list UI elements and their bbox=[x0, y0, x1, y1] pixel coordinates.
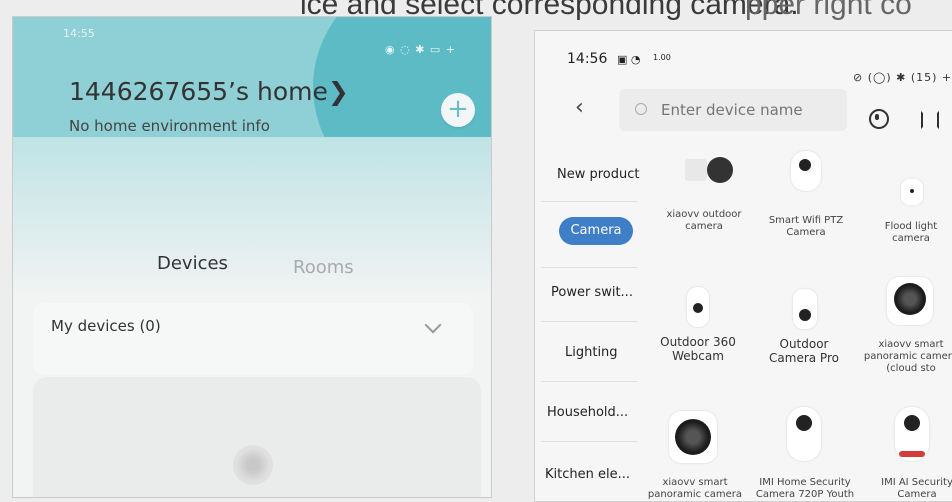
tab-devices[interactable]: Devices bbox=[157, 253, 228, 274]
home-screen: 14:55 ◉ ◌ ✱ ▭ + 1446267655’s home❯ No ho… bbox=[12, 16, 492, 498]
add-device-screen: 14:56 ▣ ◔ 1.00 ⊘ (◯) ✱ (15) + ‹ New prod… bbox=[534, 30, 952, 502]
header-fade bbox=[13, 137, 491, 297]
category-divider bbox=[541, 201, 637, 202]
product-xiaovv-panoramic[interactable]: xiaovv smart panoramic camera bbox=[643, 477, 747, 501]
empty-state-icon bbox=[233, 445, 273, 485]
qr-scan-icon[interactable] bbox=[921, 111, 939, 129]
status-icons-right: ⊘ (◯) ✱ (15) + bbox=[853, 71, 952, 84]
status-icons: ◉ ◌ ✱ ▭ + bbox=[385, 43, 457, 56]
product-outdoor-360[interactable]: Outdoor 360 Webcam bbox=[651, 335, 745, 363]
add-device-button[interactable]: + bbox=[441, 93, 475, 127]
category-divider bbox=[541, 441, 637, 442]
my-devices-label: My devices (0) bbox=[51, 317, 161, 335]
category-camera[interactable]: Camera bbox=[559, 217, 633, 245]
scan-icon[interactable] bbox=[869, 109, 889, 129]
tab-rooms[interactable]: Rooms bbox=[293, 257, 354, 278]
home-subtitle: No home environment info bbox=[69, 117, 270, 135]
product-image[interactable] bbox=[669, 411, 717, 463]
product-image[interactable] bbox=[887, 277, 933, 325]
product-outdoor-pro[interactable]: Outdoor Camera Pro bbox=[757, 337, 851, 365]
product-imi-ai[interactable]: IMI AI Security Camera bbox=[871, 477, 952, 501]
category-lighting[interactable]: Lighting bbox=[565, 345, 618, 360]
search-input[interactable] bbox=[661, 101, 841, 119]
product-flood-light[interactable]: Flood light camera bbox=[871, 221, 951, 245]
product-image[interactable] bbox=[791, 151, 821, 191]
back-button[interactable]: ‹ bbox=[575, 95, 584, 120]
product-image[interactable] bbox=[793, 289, 817, 329]
product-xiaovv-panoramic-cloud[interactable]: xiaovv smart panoramic camera (cloud sto bbox=[859, 339, 952, 375]
product-image[interactable] bbox=[895, 407, 929, 461]
status-net-speed: 1.00 bbox=[653, 53, 671, 62]
category-kitchen[interactable]: Kitchen ele... bbox=[545, 467, 630, 482]
my-devices-card[interactable] bbox=[33, 303, 473, 375]
product-imi-home-720p[interactable]: IMI Home Security Camera 720P Youth bbox=[749, 477, 861, 501]
status-time: 14:55 bbox=[63, 27, 95, 40]
category-new-product[interactable]: New product bbox=[557, 167, 640, 182]
status-network: ▣ ◔ bbox=[617, 53, 641, 66]
caption-right: pper right co bbox=[745, 0, 912, 21]
search-icon bbox=[635, 103, 647, 115]
category-divider bbox=[541, 381, 637, 382]
category-household[interactable]: Household... bbox=[547, 405, 628, 420]
product-image[interactable] bbox=[901, 179, 923, 205]
category-divider bbox=[541, 267, 637, 268]
home-title[interactable]: 1446267655’s home❯ bbox=[69, 77, 349, 106]
product-image[interactable] bbox=[787, 407, 821, 461]
product-xiaovv-outdoor[interactable]: xiaovv outdoor camera bbox=[659, 209, 749, 233]
category-power-switch[interactable]: Power swit... bbox=[551, 285, 633, 300]
status-time: 14:56 bbox=[567, 51, 608, 67]
product-image[interactable] bbox=[687, 287, 709, 327]
category-divider bbox=[541, 321, 637, 322]
product-smart-wifi-ptz[interactable]: Smart Wifi PTZ Camera bbox=[761, 215, 851, 239]
product-image[interactable] bbox=[685, 149, 741, 189]
